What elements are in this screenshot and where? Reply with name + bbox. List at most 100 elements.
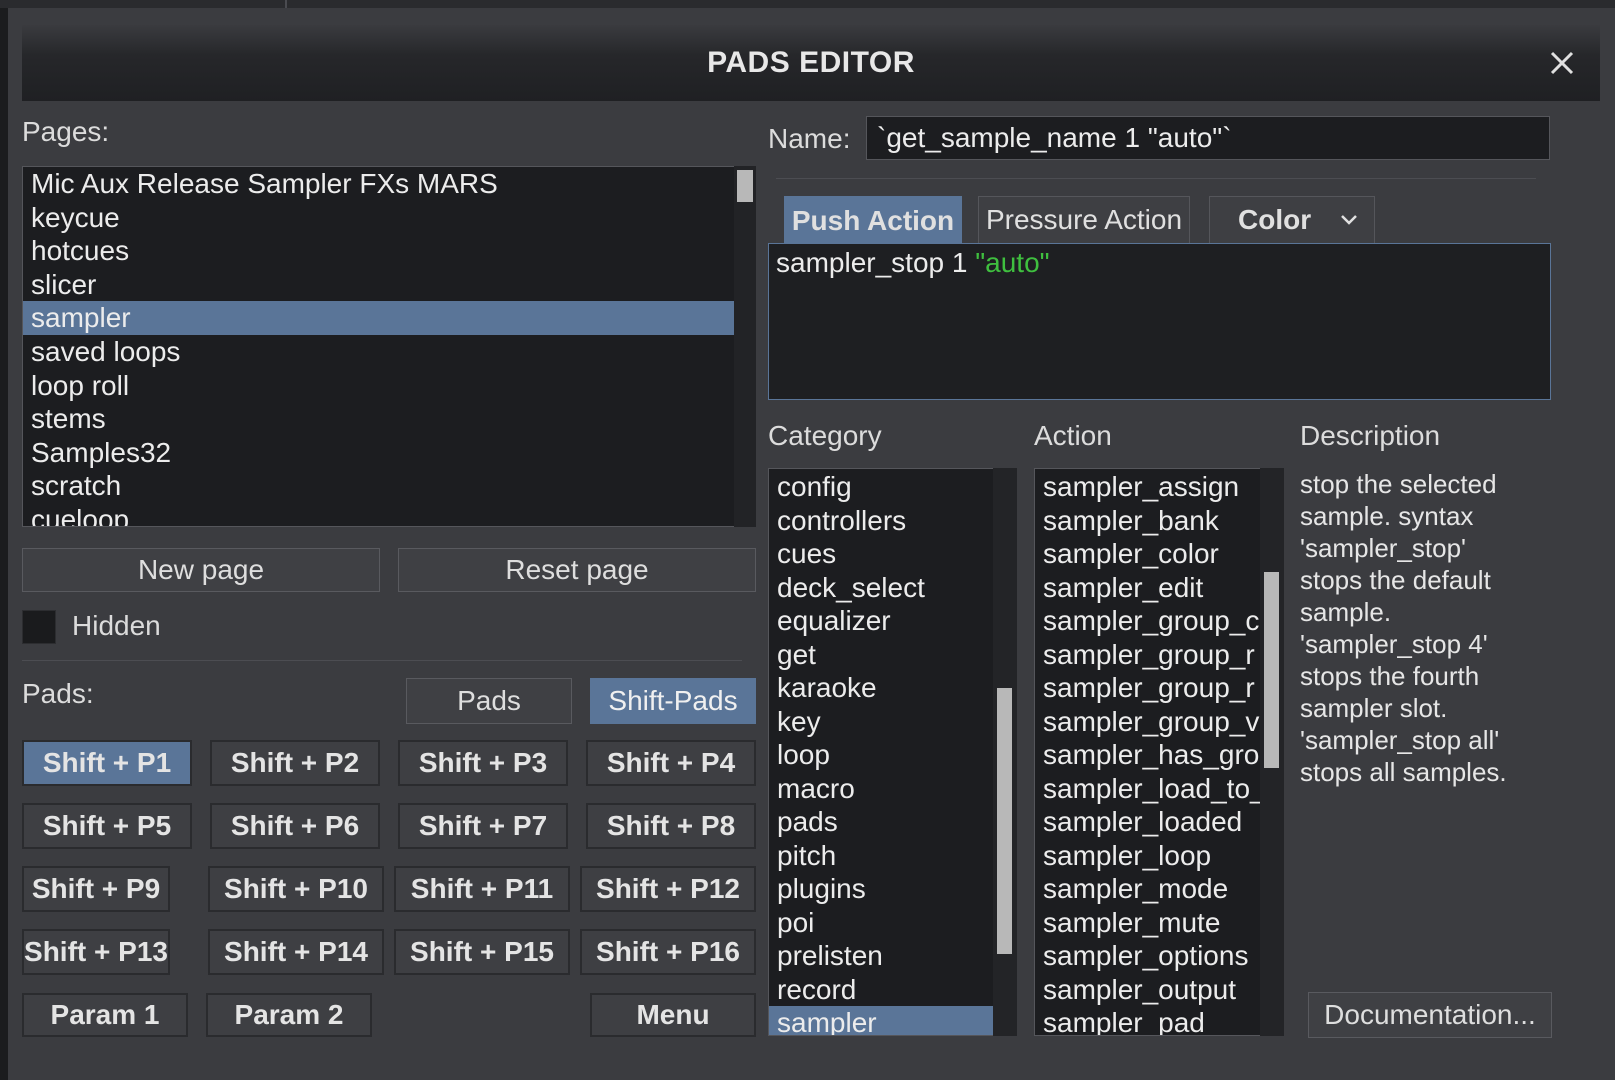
name-label: Name: [768, 123, 851, 154]
category-list-item[interactable]: pitch [769, 839, 993, 873]
page-list-item[interactable]: cueloop [23, 503, 734, 526]
action-list[interactable]: sampler_assign sampler_bank sampler_color s… [1034, 468, 1261, 1036]
pad-button[interactable]: Shift + P8 [586, 803, 756, 849]
pad-button[interactable]: Shift + P12 [580, 866, 756, 912]
category-list[interactable]: config controllers cues deck_select equalize… [768, 468, 994, 1036]
pad-button[interactable]: Shift + P14 [208, 929, 384, 975]
pad-button[interactable]: Shift + P10 [208, 866, 384, 912]
action-scrollbar-thumb[interactable] [1264, 572, 1279, 768]
pad-button[interactable]: Shift + P11 [394, 866, 570, 912]
pad-button[interactable]: Shift + P1 [22, 740, 192, 786]
pad-button[interactable]: Shift + P13 [22, 929, 170, 975]
category-scrollbar-thumb[interactable] [997, 688, 1012, 954]
pad-button[interactable]: Shift + P6 [210, 803, 380, 849]
script-command: sampler_stop 1 [776, 247, 976, 278]
category-list-item[interactable]: prelisten [769, 939, 993, 973]
action-list-item[interactable]: sampler_assign [1035, 470, 1260, 504]
pads-label: Pads: [22, 678, 94, 709]
pad-button[interactable]: Shift + P4 [586, 740, 756, 786]
pad-button[interactable]: Shift + P2 [210, 740, 380, 786]
action-list-item[interactable]: sampler_has_gro [1035, 738, 1260, 772]
category-list-item[interactable]: get [769, 638, 993, 672]
page-list-item[interactable]: scratch [23, 469, 734, 503]
category-list-item[interactable]: sampler [769, 1006, 993, 1035]
category-list-item[interactable]: loop [769, 738, 993, 772]
page-list-item[interactable]: loop roll [23, 369, 734, 403]
pads-toggle-pads[interactable]: Pads [406, 678, 572, 724]
documentation-button[interactable]: Documentation... [1308, 992, 1552, 1038]
action-list-item[interactable]: sampler_output [1035, 973, 1260, 1007]
script-string-literal: "auto" [975, 247, 1050, 278]
action-script-editor[interactable]: sampler_stop 1 "auto" [768, 243, 1551, 400]
description-line: 'sampler_stop 4' [1300, 629, 1488, 659]
action-list-item[interactable]: sampler_mute [1035, 906, 1260, 940]
action-list-item[interactable]: sampler_color [1035, 537, 1260, 571]
pad-button[interactable]: Shift + P3 [398, 740, 568, 786]
category-list-item[interactable]: plugins [769, 872, 993, 906]
new-page-button[interactable]: New page [22, 548, 380, 592]
page-list-item[interactable]: Samples32 [23, 436, 734, 470]
divider [776, 178, 1536, 179]
category-list-item[interactable]: deck_select [769, 571, 993, 605]
category-list-item[interactable]: cues [769, 537, 993, 571]
category-list-item[interactable]: karaoke [769, 671, 993, 705]
action-list-item[interactable]: sampler_bank [1035, 504, 1260, 538]
category-list-item[interactable]: equalizer [769, 604, 993, 638]
hidden-checkbox[interactable] [22, 610, 56, 644]
description-line: sample. [1300, 597, 1392, 627]
pads-toggle-shift-pads[interactable]: Shift-Pads [590, 678, 756, 724]
tab-push-action[interactable]: Push Action [784, 196, 962, 244]
category-list-item[interactable]: controllers [769, 504, 993, 538]
category-list-item[interactable]: macro [769, 772, 993, 806]
pages-label: Pages: [22, 116, 110, 147]
description-line: stops all samples. [1300, 757, 1507, 787]
category-scrollbar[interactable] [993, 468, 1017, 1036]
pages-list[interactable]: Mic Aux Release Sampler FXs MARS keycue ho… [22, 166, 735, 527]
action-scrollbar[interactable] [1260, 468, 1284, 1036]
action-list-item[interactable]: sampler_edit [1035, 571, 1260, 605]
color-dropdown[interactable]: Color [1209, 196, 1375, 244]
menu-button[interactable]: Menu [590, 993, 756, 1037]
param1-button[interactable]: Param 1 [22, 993, 188, 1037]
divider [22, 660, 742, 661]
tab-pressure-action[interactable]: Pressure Action [978, 196, 1190, 244]
action-list-item[interactable]: sampler_loaded [1035, 805, 1260, 839]
description-label: Description [1300, 420, 1441, 451]
page-list-item[interactable]: hotcues [23, 234, 734, 268]
color-dropdown-label: Color [1238, 204, 1312, 235]
action-list-item[interactable]: sampler_group_r [1035, 638, 1260, 672]
page-list-item[interactable]: stems [23, 402, 734, 436]
action-list-item[interactable]: sampler_pad [1035, 1006, 1260, 1035]
page-list-item[interactable]: Mic Aux Release Sampler FXs MARS [23, 167, 734, 201]
page-list-item[interactable]: keycue [23, 201, 734, 235]
action-list-item[interactable]: sampler_group_v [1035, 705, 1260, 739]
reset-page-button[interactable]: Reset page [398, 548, 756, 592]
pad-button[interactable]: Shift + P15 [394, 929, 570, 975]
description-line: 'sampler_stop all' [1300, 725, 1500, 755]
category-list-item[interactable]: record [769, 973, 993, 1007]
category-label: Category [768, 420, 882, 451]
page-list-item[interactable]: slicer [23, 268, 734, 302]
page-list-item[interactable]: saved loops [23, 335, 734, 369]
category-list-item[interactable]: key [769, 705, 993, 739]
page-list-item[interactable]: sampler [23, 301, 734, 335]
pages-scrollbar[interactable] [734, 166, 756, 527]
category-list-item[interactable]: poi [769, 906, 993, 940]
action-list-item[interactable]: sampler_group_r [1035, 671, 1260, 705]
action-list-item[interactable]: sampler_loop [1035, 839, 1260, 873]
pad-button[interactable]: Shift + P5 [22, 803, 192, 849]
close-icon[interactable] [1544, 45, 1580, 81]
window-title: PADS EDITOR [707, 46, 915, 79]
pad-button[interactable]: Shift + P7 [398, 803, 568, 849]
action-list-item[interactable]: sampler_options [1035, 939, 1260, 973]
category-list-item[interactable]: config [769, 470, 993, 504]
pad-button[interactable]: Shift + P9 [22, 866, 170, 912]
action-list-item[interactable]: sampler_load_to_ [1035, 772, 1260, 806]
pages-scrollbar-thumb[interactable] [737, 170, 753, 202]
pad-button[interactable]: Shift + P16 [580, 929, 756, 975]
action-list-item[interactable]: sampler_mode [1035, 872, 1260, 906]
action-list-item[interactable]: sampler_group_c [1035, 604, 1260, 638]
pad-name-input[interactable]: `get_sample_name 1 "auto"` [866, 116, 1550, 160]
category-list-item[interactable]: pads [769, 805, 993, 839]
param2-button[interactable]: Param 2 [206, 993, 372, 1037]
